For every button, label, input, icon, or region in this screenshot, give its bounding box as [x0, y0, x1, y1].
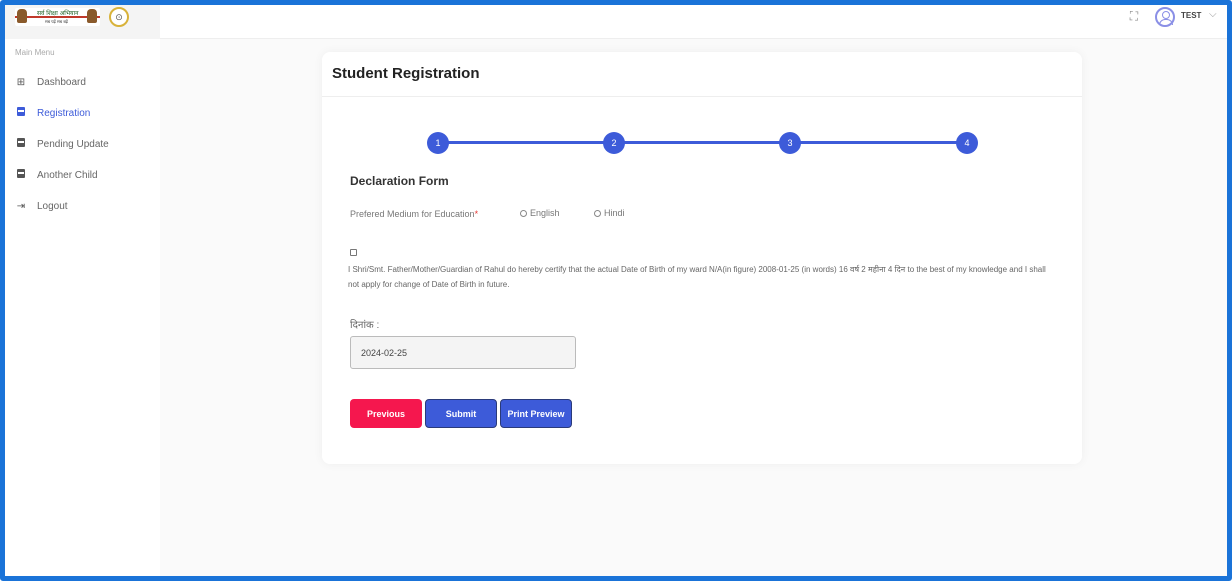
step-2[interactable]: 2	[603, 132, 625, 154]
sidebar-item-label: Dashboard	[37, 76, 86, 88]
declaration-text: I Shri/Smt. Father/Mother/Guardian of Ra…	[348, 265, 1046, 289]
radio-english[interactable]: English	[520, 208, 560, 218]
print-preview-button[interactable]: Print Preview	[500, 399, 572, 428]
sidebar-item-label: Logout	[37, 200, 68, 212]
date-field[interactable]	[350, 336, 576, 369]
radio-label: English	[530, 208, 560, 218]
emblem-icon: ⊙	[109, 7, 129, 27]
medium-label: Prefered Medium for Education*	[350, 209, 478, 219]
logo-area[interactable]: सर्व शिक्षा अभियान सब पढ़ें सब बढ़ें ⊙	[5, 5, 160, 39]
required-mark: *	[474, 209, 479, 219]
grid-icon: ⊞	[16, 76, 26, 88]
logo-subtext: सब पढ़ें सब बढ़ें	[45, 19, 68, 24]
step-3[interactable]: 3	[779, 132, 801, 154]
user-avatar-icon[interactable]	[1155, 7, 1175, 27]
book-icon	[15, 138, 27, 150]
sidebar: Main Menu ⊞ Dashboard Registration Pendi…	[5, 39, 160, 576]
registration-card: Student Registration 1 2 3 4 Declaration…	[322, 52, 1082, 464]
radio-circle[interactable]	[520, 209, 527, 217]
sidebar-item-logout[interactable]: ⇥ Logout	[15, 197, 155, 215]
sidebar-item-label: Another Child	[37, 169, 98, 181]
declaration-checkbox[interactable]	[350, 249, 357, 256]
previous-button[interactable]: Previous	[350, 399, 422, 428]
medium-label-text: Prefered Medium for Education	[350, 209, 475, 219]
sidebar-item-label: Registration	[37, 107, 91, 119]
fullscreen-icon[interactable]: ⛶	[1127, 9, 1141, 23]
logout-icon: ⇥	[16, 200, 26, 212]
menu-title: Main Menu	[15, 48, 55, 57]
submit-button[interactable]: Submit	[425, 399, 497, 428]
sidebar-item-dashboard[interactable]: ⊞ Dashboard	[15, 73, 155, 91]
book-icon	[15, 107, 27, 119]
radio-hindi[interactable]: Hindi	[594, 208, 625, 218]
radio-circle[interactable]	[594, 209, 601, 217]
user-name[interactable]: TEST	[1181, 11, 1201, 20]
date-label: दिनांक :	[350, 320, 380, 331]
ssa-logo: सर्व शिक्षा अभियान सब पढ़ें सब बढ़ें	[15, 8, 100, 26]
sidebar-item-pending-update[interactable]: Pending Update	[15, 135, 155, 153]
section-title: Declaration Form	[350, 174, 449, 188]
logo-figure-right	[87, 9, 97, 23]
stepper-line	[438, 141, 968, 144]
sidebar-item-registration[interactable]: Registration	[15, 104, 155, 122]
step-4[interactable]: 4	[956, 132, 978, 154]
logo-figure-left	[17, 9, 27, 23]
app-frame: सर्व शिक्षा अभियान सब पढ़ें सब बढ़ें ⊙ ⛶…	[0, 0, 1232, 581]
logo-text: सर्व शिक्षा अभियान	[37, 10, 79, 17]
book-icon	[15, 169, 27, 181]
divider	[322, 96, 1082, 97]
top-bar: सर्व शिक्षा अभियान सब पढ़ें सब बढ़ें ⊙ ⛶…	[5, 5, 1227, 39]
sidebar-item-label: Pending Update	[37, 138, 109, 150]
sidebar-item-another-child[interactable]: Another Child	[15, 166, 155, 184]
radio-label: Hindi	[604, 208, 625, 218]
chevron-down-icon[interactable]: ⌵	[1209, 9, 1217, 20]
step-1[interactable]: 1	[427, 132, 449, 154]
page-title: Student Registration	[332, 65, 480, 82]
